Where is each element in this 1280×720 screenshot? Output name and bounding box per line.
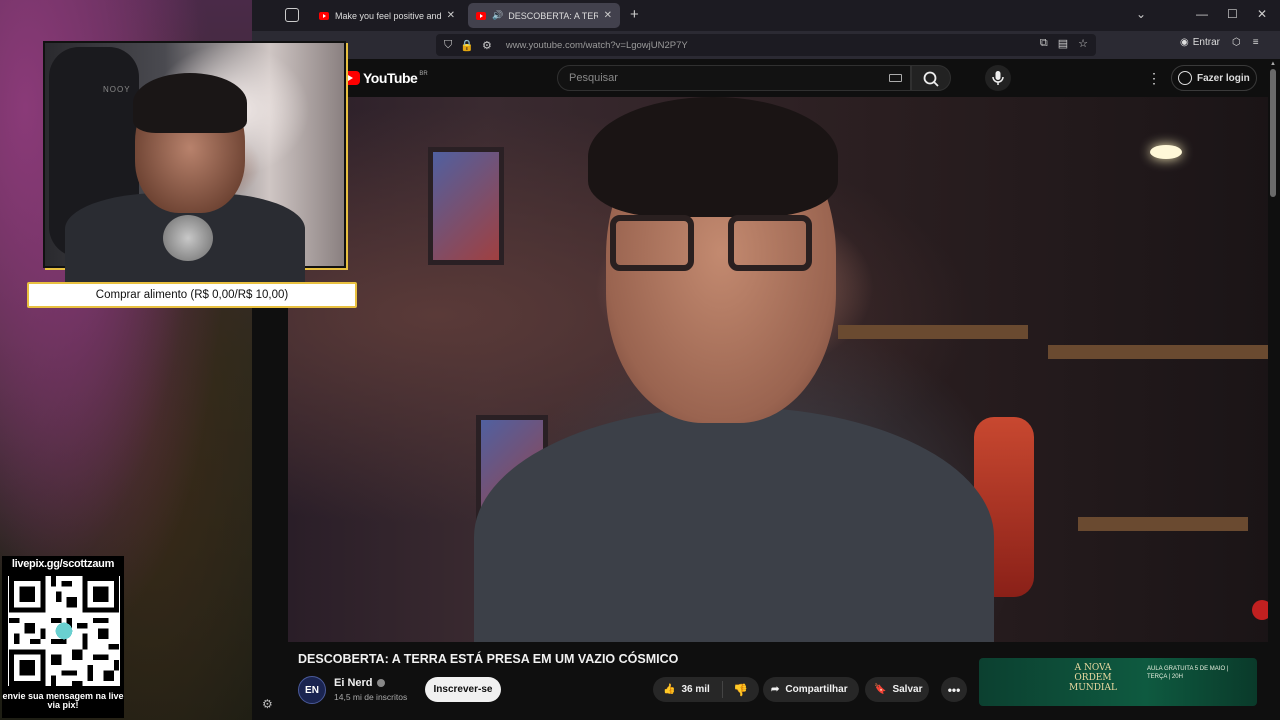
maximize-icon[interactable]: ☐: [1227, 7, 1238, 21]
chair-brand: NOOY: [103, 85, 131, 94]
ellipsis-icon: •••: [947, 682, 961, 697]
page-scrollbar[interactable]: ▲: [1268, 59, 1280, 720]
search-button[interactable]: [911, 65, 951, 91]
menu-icon[interactable]: ≡: [1253, 37, 1259, 48]
scrollbar-thumb[interactable]: [1270, 69, 1276, 197]
keyboard-icon[interactable]: [889, 74, 902, 82]
bookmark-star-icon[interactable]: ☆: [1078, 37, 1088, 50]
close-icon[interactable]: ✕: [604, 10, 612, 21]
presenter-glasses: [728, 215, 812, 271]
subscriber-count: 14,5 mi de inscritos: [334, 692, 408, 702]
streamer-hair: [133, 73, 247, 133]
ad-text: AULA GRATUITA 5 DE MAIO | TERÇA | 20H: [1147, 666, 1229, 680]
subscribe-button[interactable]: Inscrever-se: [425, 677, 501, 702]
account-icon: ◉: [1180, 37, 1189, 48]
extensions-icon[interactable]: ⬡: [1232, 37, 1241, 48]
livepix-url: livepix.gg/scottzaum: [11, 558, 115, 570]
thumbs-down-icon: 👎: [733, 682, 748, 697]
qr-code: [8, 576, 120, 686]
video-title: DESCOBERTA: A TERRA ESTÁ PRESA EM UM VAZ…: [298, 652, 679, 666]
tab-title: DESCOBERTA: A TERRA ESTÁ...: [508, 10, 598, 21]
tab-title: Make you feel positive and pe...: [335, 10, 441, 21]
account-label: Entrar: [1192, 37, 1220, 48]
save-label: Salvar: [892, 684, 923, 695]
presenter-hair: [588, 97, 838, 217]
permissions-icon[interactable]: ⚙: [482, 39, 492, 52]
ad-title: A NOVA ORDEM MUNDIAL: [1069, 663, 1117, 693]
address-bar[interactable]: ⛉ 🔒 ⚙ www.youtube.com/watch?v=LgowjUN2P7…: [436, 34, 1096, 56]
thumbs-up-icon: 👍: [663, 684, 676, 695]
navigation-bar: ⛉ 🔒 ⚙ www.youtube.com/watch?v=LgowjUN2P7…: [252, 31, 1280, 59]
shield-icon[interactable]: ⛉: [444, 39, 452, 52]
bookmark-icon: 🔖: [874, 684, 887, 695]
picture-in-picture-icon[interactable]: ⧉: [1040, 37, 1048, 50]
more-actions-button[interactable]: •••: [941, 677, 967, 702]
microphone-icon: [992, 71, 1004, 85]
reader-view-icon[interactable]: ▤: [1058, 37, 1068, 50]
microphone: [163, 215, 213, 261]
login-button[interactable]: Fazer login: [1171, 65, 1257, 91]
search-box: [557, 65, 911, 91]
login-label: Fazer login: [1197, 72, 1250, 84]
minimize-icon[interactable]: —: [1196, 7, 1208, 21]
ad-banner[interactable]: A NOVA ORDEM MUNDIAL AULA GRATUITA 5 DE …: [979, 658, 1257, 706]
share-icon: ➦: [771, 684, 780, 695]
like-button[interactable]: 👍 36 mil: [653, 681, 723, 698]
url-text: www.youtube.com/watch?v=LgowjUN2P7Y: [505, 39, 688, 51]
presenter-shirt: [474, 407, 994, 642]
more-options-icon[interactable]: ⋮: [1147, 70, 1161, 87]
youtube-favicon-icon: [319, 11, 329, 20]
country-code: BR: [419, 71, 428, 77]
logo-text: YouTube: [363, 70, 418, 86]
scroll-up-icon[interactable]: ▲: [1270, 61, 1276, 67]
voice-search-button[interactable]: [985, 65, 1011, 91]
close-icon[interactable]: ✕: [447, 10, 455, 21]
new-tab-icon[interactable]: +: [630, 6, 639, 23]
video-player[interactable]: [288, 97, 1280, 642]
search-input[interactable]: [569, 72, 889, 84]
presenter-glasses: [610, 215, 694, 271]
wall-picture: [428, 147, 504, 265]
youtube-masthead: YouTube BR ⋮ Fazer login: [252, 59, 1280, 97]
window-close-icon[interactable]: ✕: [1257, 7, 1267, 21]
user-icon: [1178, 71, 1192, 85]
channel-avatar[interactable]: EN: [298, 676, 326, 704]
qr-code-icon: [9, 576, 119, 686]
tab-descoberta[interactable]: 🔊 DESCOBERTA: A TERRA ESTÁ... ✕: [468, 3, 620, 28]
verified-icon: [376, 679, 385, 688]
lamp-light: [1150, 145, 1182, 159]
gear-icon[interactable]: ⚙: [262, 697, 273, 711]
youtube-logo[interactable]: YouTube BR: [340, 70, 428, 86]
search-icon: [923, 71, 939, 87]
background-shelf: [838, 325, 1028, 339]
background-shelf: [1048, 345, 1268, 359]
streamer-webcam: NOOY: [43, 41, 346, 283]
lock-icon[interactable]: 🔒: [460, 39, 474, 52]
dislike-button[interactable]: 👎: [723, 683, 748, 697]
channel-name-link[interactable]: Ei Nerd: [334, 677, 385, 689]
speaker-icon[interactable]: 🔊: [492, 10, 503, 21]
channel-name: Ei Nerd: [334, 677, 373, 689]
background-shelf: [1078, 517, 1248, 531]
livepix-panel: livepix.gg/scottzaum envie sua mensagem …: [2, 556, 124, 718]
account-button[interactable]: ◉ Entrar: [1180, 37, 1220, 48]
tab-bar: Make you feel positive and pe... ✕ 🔊 DES…: [252, 0, 1280, 31]
share-button[interactable]: ➦ Compartilhar: [763, 677, 859, 702]
youtube-favicon-icon: [476, 11, 486, 20]
like-count: 36 mil: [681, 684, 710, 695]
tab-make-you-feel[interactable]: Make you feel positive and pe... ✕: [311, 3, 463, 28]
browser-window: Make you feel positive and pe... ✕ 🔊 DES…: [252, 0, 1280, 720]
share-label: Compartilhar: [785, 684, 848, 695]
livepix-message: envie sua mensagem na live via pix!: [2, 691, 124, 711]
tab-list-icon[interactable]: [285, 8, 299, 22]
save-button[interactable]: 🔖 Salvar: [865, 677, 929, 702]
chevron-down-icon[interactable]: ⌄: [1136, 7, 1146, 21]
like-dislike-group: 👍 36 mil 👎: [653, 677, 759, 702]
donation-goal-bar: Comprar alimento (R$ 0,00/R$ 10,00): [27, 282, 357, 308]
